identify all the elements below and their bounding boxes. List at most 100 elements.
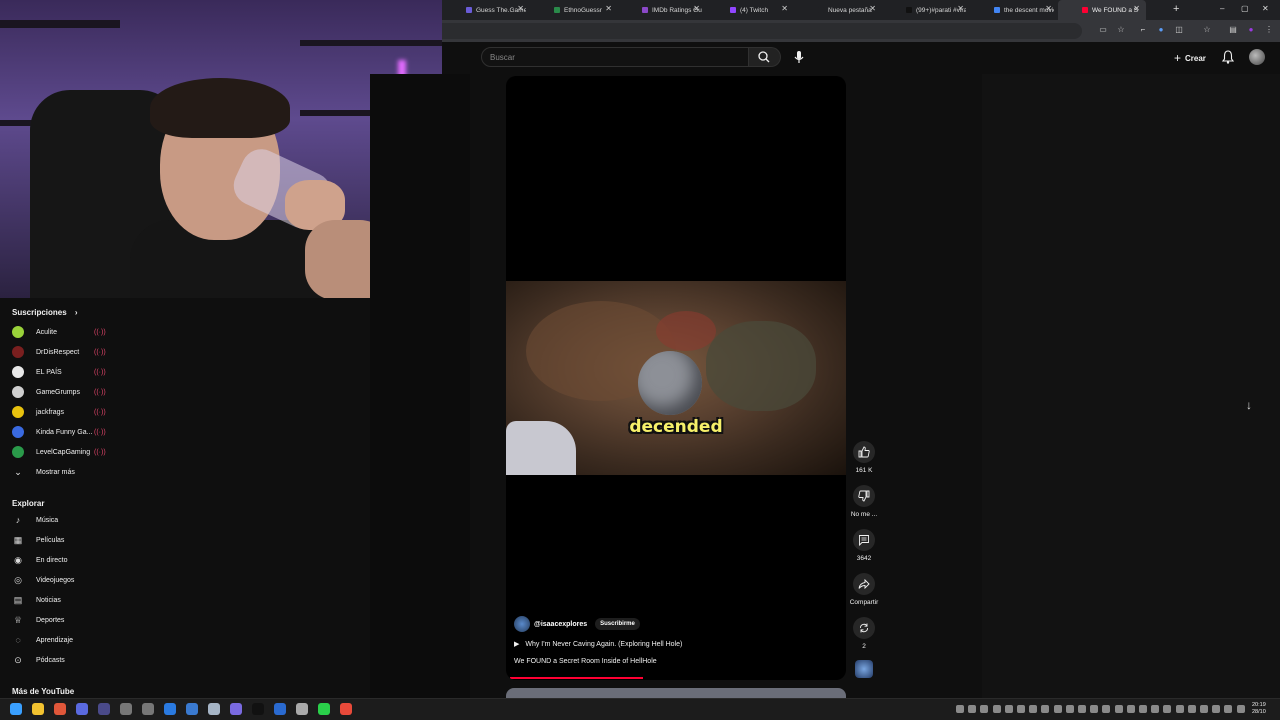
browser-tab[interactable]: We FOUND a S ✕ (1058, 0, 1146, 20)
maximize-icon[interactable]: ▢ (1241, 4, 1249, 13)
explore-item[interactable]: ◎ Videojuegos (12, 573, 74, 587)
minimize-icon[interactable]: – (1220, 4, 1224, 13)
video-title[interactable]: We FOUND a Secret Room Inside of HellHol… (514, 658, 657, 665)
tray-icon[interactable] (1114, 705, 1123, 713)
tray-icon[interactable] (968, 705, 977, 713)
browser-tab[interactable]: (99+)#parati #viral ✕ (882, 0, 970, 20)
extension-icon[interactable]: ● (1156, 25, 1166, 35)
explore-item[interactable]: ◉ En directo (12, 553, 67, 567)
comments-button[interactable]: 3642 (852, 529, 876, 562)
channel-name[interactable]: @isaacexplores (534, 621, 587, 628)
tray-icon[interactable] (956, 705, 964, 713)
close-tab-icon[interactable]: ✕ (693, 4, 700, 13)
new-tab-button[interactable]: + (1173, 3, 1179, 15)
taskbar-app-icon[interactable] (230, 703, 242, 715)
subscription-item[interactable]: LevelCapGaming ((·)) (12, 445, 106, 459)
search-button[interactable] (749, 47, 781, 67)
tray-icon[interactable] (1212, 705, 1221, 713)
tray-icon[interactable] (1200, 705, 1208, 713)
tray-icon[interactable] (1090, 705, 1099, 713)
close-tab-icon[interactable]: ✕ (1045, 4, 1052, 13)
taskbar-app-icon[interactable] (142, 703, 154, 715)
subscriptions-heading[interactable]: Suscripciones › (12, 308, 78, 317)
show-more-button[interactable]: ⌄ Mostrar más (12, 465, 75, 479)
tray-icon[interactable] (1041, 705, 1050, 713)
tray-icon[interactable] (1126, 705, 1135, 713)
tray-icon[interactable] (1187, 705, 1196, 713)
menu-dots-icon[interactable]: ⋮ (1264, 25, 1274, 35)
star-icon[interactable]: ☆ (1116, 25, 1126, 35)
explore-item[interactable]: ⊙ Pódcasts (12, 653, 65, 667)
shorts-player[interactable]: decended @isaacexplores Suscribirme ▶ Wh… (506, 76, 846, 680)
tray-icon[interactable] (1236, 705, 1245, 713)
taskbar-app-icon[interactable] (296, 703, 308, 715)
browser-tab[interactable]: Guess The.Game #✕ (442, 0, 530, 20)
profile-icon[interactable]: ● (1246, 25, 1256, 35)
close-tab-icon[interactable]: ✕ (1133, 4, 1140, 13)
tray-icon[interactable] (1017, 705, 1025, 713)
taskbar-app-icon[interactable] (10, 703, 22, 715)
like-button[interactable]: 161 K (852, 441, 876, 474)
subscription-item[interactable]: Kinda Funny Ga... ((·)) (12, 425, 106, 439)
sidebar-icon[interactable]: ▤ (1228, 25, 1238, 35)
taskbar-app-icon[interactable] (54, 703, 66, 715)
system-clock[interactable]: 20:19 28/10 (1252, 702, 1266, 716)
tray-icon[interactable] (1102, 705, 1111, 713)
dislike-button[interactable]: No me ... (851, 485, 877, 518)
subscription-item[interactable]: DrDisRespect ((·)) (12, 345, 106, 359)
close-window-icon[interactable]: ✕ (1262, 4, 1269, 13)
subscribe-button[interactable]: Suscribirme (595, 618, 640, 630)
cast-icon[interactable]: ▭ (1098, 25, 1108, 35)
close-tab-icon[interactable]: ✕ (517, 4, 524, 13)
taskbar-app-icon[interactable] (32, 703, 44, 715)
explore-item[interactable]: ♕ Deportes (12, 613, 64, 627)
subscription-item[interactable]: GameGrumps ((·)) (12, 385, 106, 399)
search-input[interactable]: Buscar (481, 47, 749, 67)
explore-item[interactable]: ▤ Noticias (12, 593, 61, 607)
tray-icon[interactable] (1224, 705, 1233, 713)
arrow-down-icon[interactable]: ↓ (1246, 398, 1252, 412)
close-tab-icon[interactable]: ✕ (605, 4, 612, 13)
taskbar-app-icon[interactable] (252, 703, 264, 715)
tray-icon[interactable] (1163, 705, 1172, 713)
tray-icon[interactable] (1175, 705, 1184, 713)
related-video-link[interactable]: ▶ Why I'm Never Caving Again. (Exploring… (514, 640, 682, 648)
explore-item[interactable]: ◌ Aprendizaje (12, 633, 73, 647)
channel-avatar[interactable] (514, 616, 530, 632)
taskbar-app-icon[interactable] (164, 703, 176, 715)
taskbar-app-icon[interactable] (76, 703, 88, 715)
tray-icon[interactable] (980, 705, 989, 713)
tray-icon[interactable] (1004, 705, 1013, 713)
tray-icon[interactable] (1078, 705, 1086, 713)
tray-icon[interactable] (1139, 705, 1147, 713)
close-tab-icon[interactable]: ✕ (781, 4, 788, 13)
explore-item[interactable]: ♪ Música (12, 513, 58, 527)
subscription-item[interactable]: EL PAÍS ((·)) (12, 365, 106, 379)
browser-tab[interactable]: IMDb Ratings Gues✕ (618, 0, 706, 20)
account-avatar[interactable] (1249, 49, 1265, 65)
browser-tab[interactable]: (4) Twitch ✕ (706, 0, 794, 20)
taskbar-app-icon[interactable] (208, 703, 220, 715)
taskbar-app-icon[interactable] (98, 703, 110, 715)
subscription-item[interactable]: jackfrags ((·)) (12, 405, 106, 419)
tray-icon[interactable] (1151, 705, 1160, 713)
share-button[interactable]: Compartir (850, 573, 878, 606)
taskbar-app-icon[interactable] (120, 703, 132, 715)
extension-key-icon[interactable]: ⌐ (1138, 25, 1148, 35)
notifications-bell-icon[interactable] (1222, 50, 1234, 64)
close-tab-icon[interactable]: ✕ (869, 4, 876, 13)
browser-tab[interactable]: EthnoGuessr ✕ (530, 0, 618, 20)
create-button[interactable]: + Crear (1174, 51, 1206, 65)
browser-tab[interactable]: Nueva pestaña ✕ (794, 0, 882, 20)
explore-item[interactable]: ▦ Películas (12, 533, 65, 547)
tray-icon[interactable] (1029, 705, 1038, 713)
taskbar-app-icon[interactable] (318, 703, 330, 715)
progress-bar[interactable] (510, 677, 643, 679)
microphone-icon[interactable] (792, 50, 806, 64)
browser-tab[interactable]: the descent movie ✕ (970, 0, 1058, 20)
address-bar[interactable] (442, 23, 1082, 39)
tray-icon[interactable] (992, 705, 1001, 713)
sound-avatar[interactable] (855, 660, 873, 678)
tray-icon[interactable] (1065, 705, 1074, 713)
remix-button[interactable]: 2 (852, 617, 876, 650)
